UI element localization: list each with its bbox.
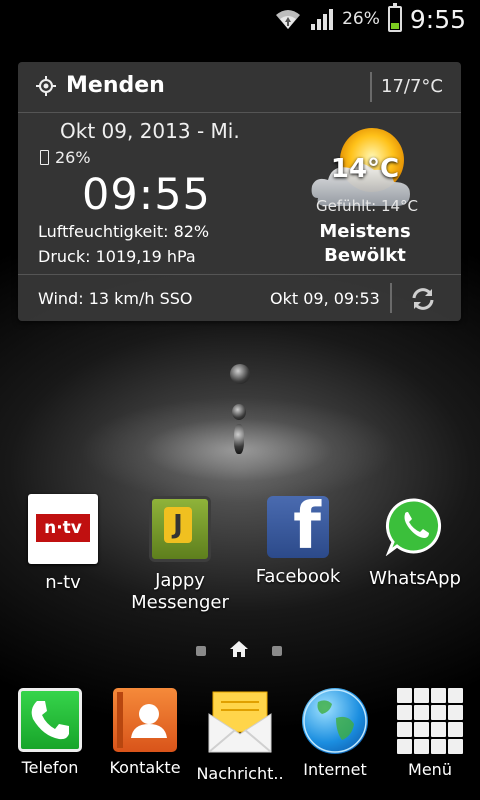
mini-battery-icon: [40, 150, 49, 165]
messages-icon[interactable]: [207, 688, 273, 754]
refresh-icon[interactable]: [410, 286, 436, 312]
apps-menu-grid-square: [414, 705, 429, 720]
condition-line-2: Bewölkt: [324, 245, 406, 266]
phone-icon[interactable]: [18, 688, 82, 752]
last-updated-text: Okt 09, 09:53: [270, 289, 380, 308]
dock-item-kontakte[interactable]: Kontakte: [97, 688, 193, 777]
page-indicator-dot[interactable]: [196, 646, 206, 656]
widget-clock[interactable]: 09:55: [82, 170, 211, 220]
wallpaper-drop: [234, 424, 244, 454]
apps-menu-grid-square: [397, 722, 412, 737]
widget-footer: Wind: 13 km/h SSO Okt 09, 09:53: [18, 274, 461, 322]
ntv-icon[interactable]: n·tv: [28, 494, 98, 564]
whatsapp-icon[interactable]: [385, 496, 445, 557]
dock-label-nachrichten: Nachricht..: [196, 764, 284, 783]
app-label-jappy: Jappy Messenger: [131, 570, 229, 613]
dock-label-internet: Internet: [303, 760, 367, 779]
apps-menu-grid-square: [414, 739, 429, 754]
jappy-icon[interactable]: J: [149, 496, 211, 562]
wallpaper-drop: [232, 404, 246, 420]
apps-menu-grid-square: [448, 705, 463, 720]
apps-menu-grid-square: [448, 688, 463, 703]
weather-clock-widget[interactable]: Menden 17/7°C Okt 09, 2013 - Mi. 26% 09:…: [18, 62, 461, 321]
app-label-whatsapp: WhatsApp: [369, 568, 461, 589]
weather-condition: Meistens Bewölkt: [298, 220, 432, 268]
condition-line-1: Meistens: [319, 221, 411, 242]
apps-menu-grid-square: [431, 722, 446, 737]
apps-menu-grid-square: [397, 705, 412, 720]
battery-percent: 26%: [342, 9, 380, 29]
apps-menu-icon[interactable]: [397, 688, 463, 754]
apps-menu-grid-square: [431, 688, 446, 703]
status-clock: 9:55: [409, 4, 466, 34]
app-facebook[interactable]: f Facebook: [243, 490, 353, 588]
facebook-icon[interactable]: f: [267, 490, 329, 564]
battery-icon: [387, 3, 402, 32]
header-divider: [370, 72, 372, 102]
apps-menu-grid-square: [448, 739, 463, 754]
app-ntv[interactable]: n·tv n-tv: [8, 494, 118, 594]
wifi-icon: [276, 10, 301, 29]
app-jappy-messenger[interactable]: J Jappy Messenger: [125, 494, 235, 614]
wallpaper-drop: [230, 364, 250, 384]
pressure-text: Druck: 1019,19 hPa: [38, 247, 196, 266]
feels-like-text: Gefühlt: 14°C: [315, 197, 419, 215]
app-label-facebook: Facebook: [255, 566, 341, 587]
apps-menu-grid-square: [414, 688, 429, 703]
dock-label-kontakte: Kontakte: [109, 758, 181, 777]
dock-label-telefon: Telefon: [21, 758, 79, 777]
signal-icon: [311, 9, 334, 30]
footer-divider: [390, 283, 392, 313]
app-label-ntv: n-tv: [45, 572, 81, 593]
dock: Telefon Kontakte Nachricht.. Internet Me…: [0, 676, 480, 800]
dock-item-menu[interactable]: Menü: [382, 688, 478, 779]
apps-menu-grid-square: [431, 705, 446, 720]
location-icon[interactable]: [36, 76, 56, 96]
dock-item-internet[interactable]: Internet: [287, 688, 383, 779]
high-low-temperature: 17/7°C: [381, 76, 443, 97]
dock-item-nachrichten[interactable]: Nachricht..: [192, 688, 288, 783]
apps-menu-grid-square: [414, 722, 429, 737]
dock-item-telefon[interactable]: Telefon: [2, 688, 98, 777]
app-whatsapp[interactable]: WhatsApp: [360, 494, 470, 590]
apps-menu-grid-square: [431, 739, 446, 754]
apps-menu-grid-square: [448, 722, 463, 737]
current-temperature: 14°C: [330, 154, 400, 184]
humidity-text: Luftfeuchtigkeit: 82%: [38, 222, 210, 241]
apps-menu-grid-square: [397, 688, 412, 703]
page-indicator-dot[interactable]: [272, 646, 282, 656]
widget-header: Menden 17/7°C: [18, 62, 461, 113]
status-bar[interactable]: 26% 9:55: [0, 0, 480, 38]
dock-label-menu: Menü: [408, 760, 452, 779]
widget-battery: 26%: [40, 148, 91, 167]
widget-battery-percent: 26%: [55, 148, 91, 167]
contacts-icon[interactable]: [113, 688, 177, 752]
home-page-indicator-icon[interactable]: [229, 640, 249, 658]
widget-date: Okt 09, 2013 - Mi.: [60, 119, 240, 143]
apps-menu-grid-square: [397, 739, 412, 754]
city-name[interactable]: Menden: [66, 73, 165, 98]
internet-icon[interactable]: [302, 688, 368, 754]
wind-text: Wind: 13 km/h SSO: [38, 289, 193, 308]
